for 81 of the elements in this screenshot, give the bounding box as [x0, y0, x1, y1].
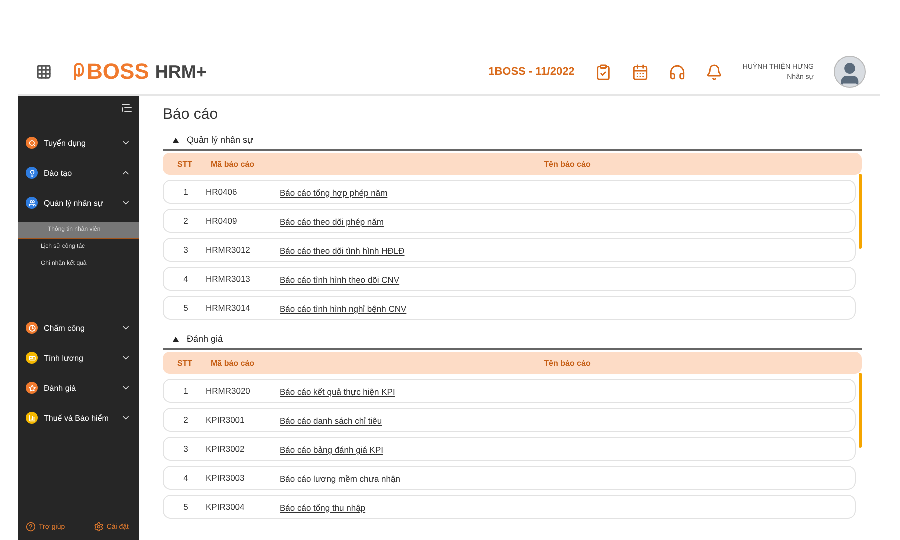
nav-item[interactable]: Thuế và Bảo hiểm	[18, 403, 139, 433]
triangle-icon	[173, 138, 179, 142]
table-cell-text: HRMR3013	[206, 274, 252, 284]
collapse-menu-icon[interactable]	[121, 102, 133, 114]
nav-label: Quản lý nhân sự	[44, 198, 104, 208]
table-row[interactable]: 2 HR0409 Báo cáo theo dõi phép năm	[163, 209, 856, 233]
nav-label: Chấm công	[44, 324, 85, 332]
table-row[interactable]: 1 HR0406 Báo cáo tổng hợp phép năm	[163, 180, 856, 204]
table-cell-text: 5	[182, 502, 190, 512]
table-row[interactable]: 4 KPIR3003 Báo cáo lương mềm chưa nhận	[163, 466, 856, 490]
table-cell-text: KPIR3003	[206, 473, 246, 483]
page-title: Báo cáo	[163, 106, 220, 123]
column-header: STT	[176, 160, 194, 168]
table-cell-text: 4	[182, 473, 190, 483]
table-cell-text: HRMR3014	[206, 303, 252, 313]
report-link[interactable]: Báo cáo kết quả thực hiện KPI	[280, 387, 396, 397]
column-header: Mã báo cáo	[210, 160, 256, 168]
nav-label: Tuyển dụng	[44, 138, 86, 148]
calendar-icon[interactable]	[632, 64, 649, 80]
table-row[interactable]: 3 KPIR3002 Báo cáo bảng đánh giá KPI	[163, 437, 856, 461]
table-cell-text: 2	[182, 216, 190, 226]
table-cell-text: 3	[182, 245, 190, 255]
table-cell-text: HR0409	[206, 216, 238, 226]
table-row[interactable]: 5 HRMR3014 Báo cáo tình hình nghỉ bệnh CNV	[163, 296, 856, 320]
report-link[interactable]: Báo cáo tổng thu nhập	[280, 503, 366, 513]
logo: BOSS	[72, 59, 150, 85]
table-row[interactable]: 4 HRMR3013 Báo cáo tình hình theo dõi CNV	[163, 267, 856, 291]
table-cell-text: 1	[182, 187, 190, 197]
table-cell-text: KPIR3004	[206, 502, 246, 512]
apps-grid-icon[interactable]	[36, 64, 52, 80]
user-avatar[interactable]	[834, 56, 866, 88]
nav-label: Thuế và Bảo hiểm	[44, 414, 109, 422]
report-link[interactable]: Báo cáo tổng hợp phép năm	[280, 188, 388, 198]
report-link[interactable]: Báo cáo tình hình theo dõi CNV	[280, 275, 400, 285]
column-header: Tên báo cáo	[543, 358, 592, 368]
scrollbar-thumb[interactable]	[859, 373, 862, 448]
report-link[interactable]: Báo cáo theo dõi tình hình HĐLĐ	[280, 246, 405, 256]
table-row[interactable]: 1 HRMR3020 Báo cáo kết quả thực hiện KPI	[163, 379, 856, 403]
nav-item[interactable]: Đào tạo	[18, 158, 139, 188]
nav-item[interactable]: Tính lương	[18, 343, 139, 373]
table-row[interactable]: 2 KPIR3001 Báo cáo danh sách chỉ tiêu	[163, 408, 856, 432]
nav-label: Đào tạo	[44, 168, 72, 178]
clipboard-check-icon[interactable]	[594, 64, 612, 80]
table-cell-text: 3	[182, 444, 190, 454]
table-cell-text: HRMR3012	[206, 245, 252, 255]
table-cell-text: HRMR3020	[206, 386, 252, 396]
table-cell: Báo cáo lương mềm chưa nhận	[280, 474, 400, 484]
table-cell-text: 5	[182, 303, 190, 313]
table-cell-text: 1	[182, 386, 190, 396]
table-cell-text: HR0406	[206, 187, 238, 197]
column-header: Mã báo cáo	[210, 358, 256, 368]
report-link[interactable]: Báo cáo bảng đánh giá KPI	[280, 445, 384, 455]
column-header: Tên báo cáo	[543, 160, 592, 168]
table-row[interactable]: 5 KPIR3004 Báo cáo tổng thu nhập	[163, 495, 856, 519]
settings-icon	[94, 522, 104, 532]
nav-item[interactable]: Quản lý nhân sự	[18, 188, 139, 218]
triangle-icon	[173, 336, 179, 342]
notification-icon[interactable]	[706, 64, 723, 80]
nav-item[interactable]: Chấm công	[18, 313, 139, 343]
nav-item[interactable]: Tuyển dụng	[18, 128, 139, 158]
table-cell-text: 2	[182, 415, 190, 425]
table-row[interactable]: 3 HRMR3012 Báo cáo theo dõi tình hình HĐLĐ	[163, 238, 856, 262]
product-name: HRM+	[155, 62, 207, 82]
table-cell-text: KPIR3001	[206, 415, 246, 425]
column-header: STT	[176, 358, 194, 368]
section-title: Quản lý nhân sự	[187, 135, 254, 145]
headset-icon[interactable]	[668, 64, 686, 80]
nav-label: Tính lương	[44, 354, 84, 362]
period-label: 1BOSS - 11/2022	[488, 66, 575, 78]
scrollbar-thumb[interactable]	[859, 174, 862, 249]
section-header[interactable]: Quản lý nhân sự	[163, 131, 862, 151]
section-title: Đánh giá	[187, 334, 224, 344]
nav-item[interactable]: Đánh giá	[18, 373, 139, 403]
table-cell-text: KPIR3002	[206, 444, 246, 454]
section-header[interactable]: Đánh giá	[163, 330, 862, 350]
report-link[interactable]: Báo cáo theo dõi phép năm	[280, 217, 384, 227]
nav-label: Đánh giá	[44, 384, 76, 392]
help-icon	[26, 522, 36, 532]
report-link[interactable]: Báo cáo danh sách chỉ tiêu	[280, 416, 382, 426]
report-link[interactable]: Báo cáo tình hình nghỉ bệnh CNV	[280, 304, 407, 314]
table-cell-text: 4	[182, 274, 190, 284]
